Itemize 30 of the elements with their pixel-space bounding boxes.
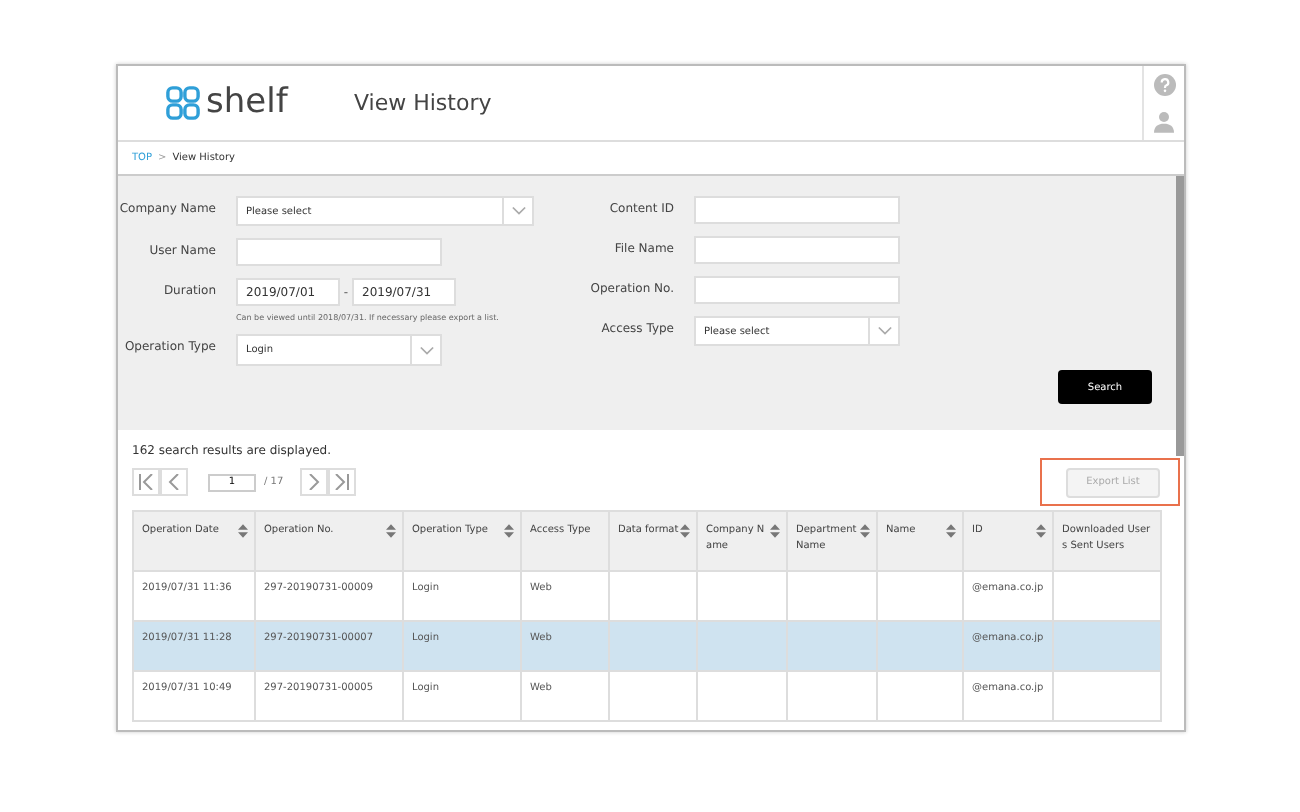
first-page-button[interactable] [132, 468, 160, 496]
last-page-button[interactable] [327, 468, 356, 496]
sort-icon[interactable] [946, 524, 956, 538]
sort-icon[interactable] [680, 524, 690, 538]
chevron-last-icon [332, 474, 351, 490]
sort-icon[interactable] [1036, 524, 1046, 538]
logo-text: shelf [206, 86, 288, 120]
chevron-first-icon [137, 474, 155, 490]
page-title: View History [354, 90, 494, 116]
text-field[interactable] [236, 238, 442, 266]
previous-page-button[interactable] [160, 468, 188, 496]
chevron-down-icon [511, 206, 525, 216]
chevron-right-icon [304, 474, 323, 490]
sort-icon[interactable] [238, 524, 248, 538]
highlight-frame [1040, 458, 1180, 506]
text-field[interactable] [694, 236, 900, 264]
help-icon[interactable] [1153, 73, 1175, 95]
chevron-down-icon [877, 326, 891, 336]
chevron-left-icon [165, 474, 183, 490]
sort-icon[interactable] [860, 524, 870, 538]
text-field[interactable] [694, 276, 900, 304]
logo-icon [166, 86, 200, 120]
chevron-down-icon [419, 345, 433, 355]
sort-icon[interactable] [386, 524, 396, 538]
next-page-button[interactable] [299, 468, 328, 496]
text-field[interactable] [694, 196, 900, 224]
scrollbar-thumb[interactable] [1176, 176, 1184, 456]
sort-icon[interactable] [504, 524, 514, 538]
sort-icon[interactable] [770, 524, 780, 538]
user-icon[interactable] [1154, 109, 1174, 133]
